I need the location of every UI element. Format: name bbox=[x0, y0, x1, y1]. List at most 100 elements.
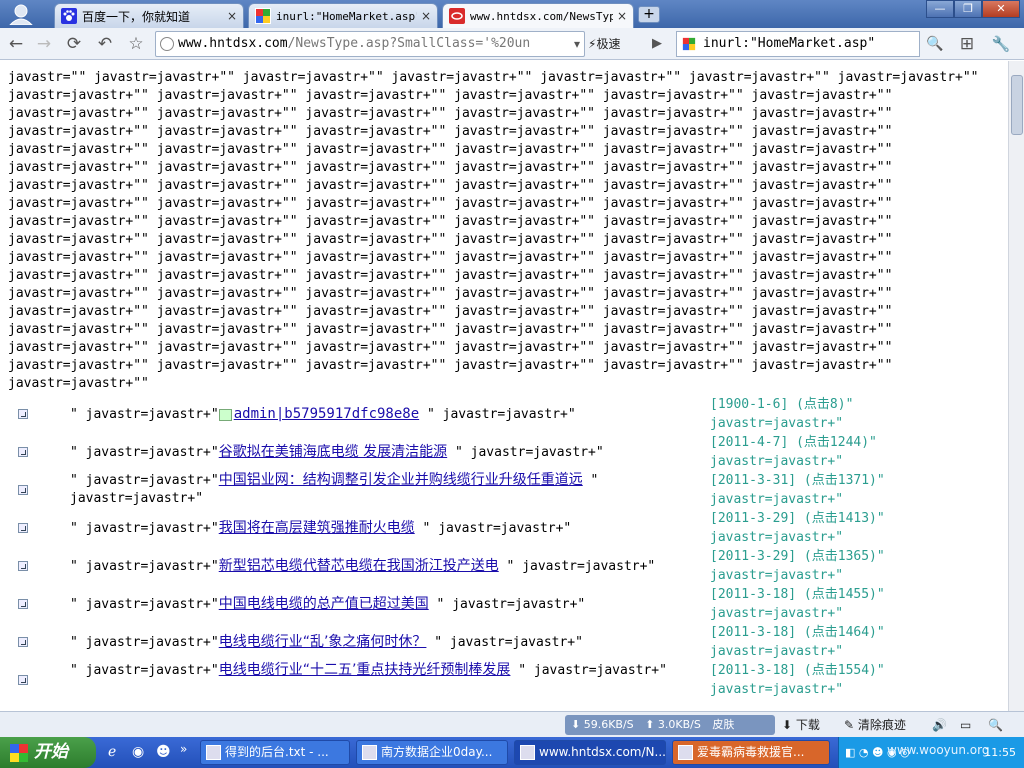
search-icon[interactable]: 🔍 bbox=[924, 33, 946, 55]
task-browser[interactable]: www.hntdsx.com/N... bbox=[514, 740, 666, 765]
quicklaunch-more-icon[interactable]: » bbox=[180, 742, 187, 756]
address-bar[interactable]: www.hntdsx.com/NewsType.asp?SmallClass='… bbox=[155, 31, 585, 57]
go-button[interactable]: ▶ bbox=[646, 33, 668, 55]
task-document[interactable]: 南方数据企业0day... bbox=[356, 740, 508, 765]
tab-strip: 百度一下，你就知道 × inurl:"HomeMarket.asp" - × w… bbox=[0, 0, 1024, 28]
row-meta-tail: javastr=javastr+" bbox=[710, 492, 844, 507]
news-link[interactable]: 中国电线电缆的总产值已超过美国 bbox=[219, 596, 429, 612]
row-suffix: " javastr=javastr+" bbox=[447, 445, 604, 460]
network-speed-widget[interactable]: ⬇ 59.6KB/S ⬆ 3.0KB/S 皮肤 bbox=[565, 715, 775, 735]
task-label: 南方数据企业0day... bbox=[381, 745, 493, 759]
search-box[interactable]: inurl:"HomeMarket.asp" bbox=[676, 31, 920, 57]
news-date: [2011-3-29] (点击1365)" bbox=[710, 549, 885, 564]
status-bar: ⬇ 59.6KB/S ⬆ 3.0KB/S 皮肤 ⬇ 下载 ✎ 清除痕迹 🔊 ▭ … bbox=[0, 711, 1024, 737]
browser-toolbar: ← → ⟳ ↶ ☆ www.hntdsx.com/NewsType.asp?Sm… bbox=[0, 28, 1024, 60]
tab-google-search[interactable]: inurl:"HomeMarket.asp" - × bbox=[248, 3, 438, 28]
site-logo-icon bbox=[449, 8, 465, 24]
start-label: 开始 bbox=[34, 742, 68, 762]
screenshot-icon[interactable]: ▭ bbox=[960, 716, 971, 734]
bullet-icon bbox=[18, 637, 28, 647]
row-meta-tail: javastr=javastr+" bbox=[710, 568, 844, 583]
back-button[interactable]: ← bbox=[5, 33, 27, 55]
start-button[interactable]: 开始 bbox=[0, 737, 96, 768]
news-date: [2011-3-29] (点击1413)" bbox=[710, 511, 885, 526]
tab-hntdsx[interactable]: www.hntdsx.com/NewsType. × bbox=[442, 3, 634, 28]
system-tray: ◧ ◔ ☻ ◉ ◎ www.wooyun.org 11:55 bbox=[838, 737, 1024, 768]
google-icon bbox=[255, 8, 271, 24]
row-prefix: " javastr=javastr+" bbox=[70, 597, 219, 612]
search-query: inurl:"HomeMarket.asp" bbox=[703, 36, 876, 51]
row-prefix: " javastr=javastr+" bbox=[70, 473, 219, 488]
row-prefix: " javastr=javastr+" bbox=[70, 407, 219, 422]
bullet-icon bbox=[18, 409, 28, 419]
bullet-icon bbox=[18, 523, 28, 533]
news-link[interactable]: 中国铝业网：结构调整引发企业并购线缆行业升级任重道远 bbox=[219, 472, 583, 488]
row-prefix: " javastr=javastr+" bbox=[70, 635, 219, 650]
news-link[interactable]: admin|b5795917dfc98e8e bbox=[234, 406, 419, 422]
speed-mode-button[interactable]: ⚡极速 bbox=[588, 32, 620, 56]
news-link[interactable]: 新型铝芯电缆代替芯电缆在我国浙江投产送电 bbox=[219, 558, 499, 574]
bullet-icon bbox=[18, 599, 28, 609]
row-meta-tail: javastr=javastr+" bbox=[710, 454, 844, 469]
task-label: www.hntdsx.com/N... bbox=[539, 745, 666, 759]
close-window-button[interactable]: ✕ bbox=[982, 0, 1020, 18]
qq-quicklaunch-icon[interactable]: ☻ bbox=[156, 744, 171, 760]
tab-close-icon[interactable]: × bbox=[421, 9, 431, 23]
new-tab-button[interactable]: + bbox=[638, 6, 660, 23]
download-button[interactable]: ⬇ 下载 bbox=[782, 716, 820, 734]
tab-title: www.hntdsx.com/NewsType. bbox=[470, 9, 613, 23]
wrench-icon[interactable]: 🔧 bbox=[990, 33, 1012, 55]
windows-logo-icon bbox=[10, 744, 28, 762]
watermark-text: www.wooyun.org bbox=[887, 743, 990, 757]
tab-title: 百度一下，你就知道 bbox=[82, 9, 191, 24]
upload-speed: 3.0KB/S bbox=[657, 718, 701, 731]
image-icon bbox=[218, 408, 232, 421]
bullet-icon bbox=[18, 485, 28, 495]
row-suffix: " javastr=javastr+" bbox=[419, 407, 576, 422]
news-link[interactable]: 谷歌拟在美铺海底电缆 发展清洁能源 bbox=[219, 444, 447, 460]
windows-taskbar: 开始 ℯ ◉ ☻ » 得到的后台.txt - ... 南方数据企业0day...… bbox=[0, 737, 1024, 768]
news-date: [2011-3-31] (点击1371)" bbox=[710, 473, 885, 488]
forward-button[interactable]: → bbox=[33, 33, 55, 55]
google-quicklaunch-icon[interactable]: ◉ bbox=[132, 744, 144, 760]
notepad-icon bbox=[206, 745, 221, 760]
zoom-icon[interactable]: 🔍 bbox=[988, 716, 1003, 734]
task-notepad[interactable]: 得到的后台.txt - ... bbox=[200, 740, 350, 765]
news-link[interactable]: 电线电缆行业“乱’象之痛何时休？ bbox=[219, 634, 427, 650]
news-date: [2011-3-18] (点击1455)" bbox=[710, 587, 885, 602]
bullet-icon bbox=[18, 447, 28, 457]
tab-close-icon[interactable]: × bbox=[227, 9, 237, 23]
speed-mode-label: 极速 bbox=[596, 37, 621, 51]
tab-baidu[interactable]: 百度一下，你就知道 × bbox=[54, 3, 244, 28]
news-link[interactable]: 我国将在高层建筑强推耐火电缆 bbox=[219, 520, 415, 536]
upload-arrow-icon: ⬆ bbox=[645, 718, 658, 731]
bookmark-star-icon[interactable]: ☆ bbox=[125, 33, 147, 55]
ie-quicklaunch-icon[interactable]: ℯ bbox=[108, 744, 116, 760]
volume-icon[interactable]: 🔊 bbox=[932, 716, 947, 734]
news-date: [2011-3-18] (点击1464)" bbox=[710, 625, 885, 640]
broom-icon: ✎ bbox=[844, 718, 858, 732]
page-globe-icon bbox=[160, 37, 174, 51]
row-meta-tail: javastr=javastr+" bbox=[710, 682, 844, 697]
vertical-scrollbar[interactable] bbox=[1008, 61, 1024, 711]
restore-button[interactable]: ❐ bbox=[954, 0, 982, 18]
clear-traces-button[interactable]: ✎ 清除痕迹 bbox=[844, 716, 906, 734]
task-label: 爱毒霸病毒救援官... bbox=[697, 745, 805, 759]
row-prefix: " javastr=javastr+" bbox=[70, 663, 219, 678]
row-suffix: " javastr=javastr+" bbox=[414, 521, 572, 536]
undo-close-button[interactable]: ↶ bbox=[94, 33, 116, 55]
task-label: 得到的后台.txt - ... bbox=[225, 745, 329, 759]
task-antivirus[interactable]: 爱毒霸病毒救援官... bbox=[672, 740, 830, 765]
reload-button[interactable]: ⟳ bbox=[63, 33, 85, 55]
address-dropdown-icon[interactable]: ▾ bbox=[566, 33, 588, 55]
minimize-button[interactable]: — bbox=[926, 0, 954, 18]
extensions-icon[interactable]: ⊞ bbox=[956, 33, 978, 55]
news-date: [2011-3-18] (点击1554)" bbox=[710, 663, 885, 678]
tab-close-icon[interactable]: × bbox=[617, 9, 627, 23]
skin-label[interactable]: 皮肤 bbox=[712, 718, 734, 731]
scrollbar-thumb[interactable] bbox=[1011, 75, 1023, 135]
address-host: www.hntdsx.com bbox=[178, 36, 288, 51]
news-date: [2011-4-7] (点击1244)" bbox=[710, 435, 877, 450]
user-avatar-icon[interactable] bbox=[8, 3, 34, 25]
news-link[interactable]: 电线电缆行业“十二五’重点扶持光纤预制棒发展 bbox=[219, 662, 511, 678]
